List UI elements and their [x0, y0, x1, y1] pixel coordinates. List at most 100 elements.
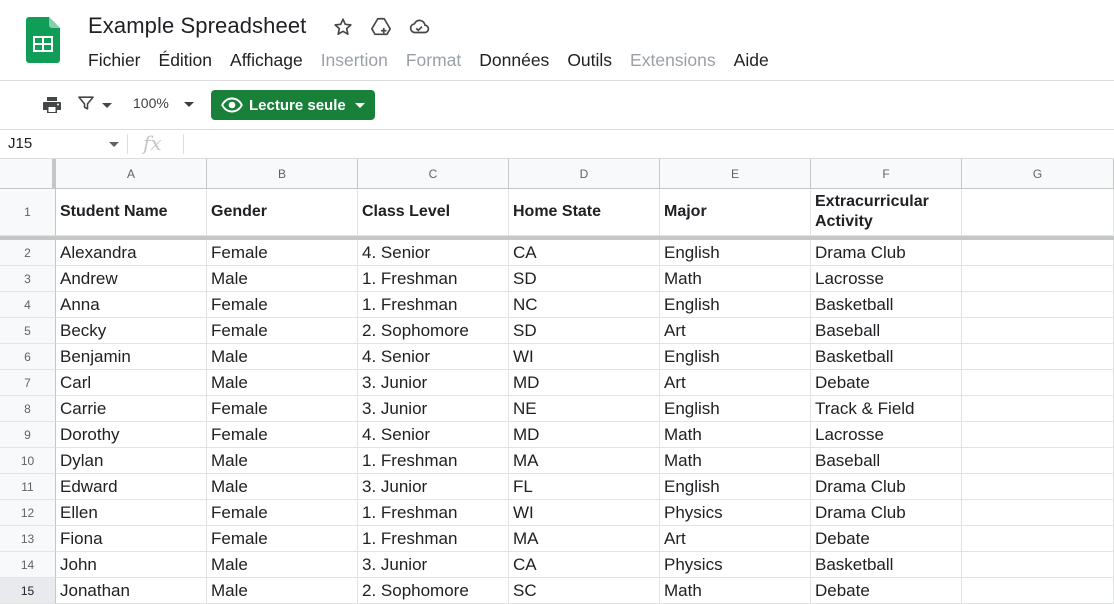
row-header[interactable]: 14 [0, 552, 56, 578]
table-cell[interactable] [962, 370, 1114, 396]
table-cell[interactable]: Benjamin [56, 344, 207, 370]
zoom-select[interactable]: 100% [133, 95, 169, 111]
table-cell[interactable]: Drama Club [811, 500, 962, 526]
table-cell[interactable]: Edward [56, 474, 207, 500]
table-cell[interactable]: Lacrosse [811, 266, 962, 292]
header-cell[interactable]: Extracurricular Activity [811, 189, 962, 236]
table-cell[interactable]: Debate [811, 370, 962, 396]
header-cell[interactable]: Home State [509, 189, 660, 236]
sheets-logo-icon[interactable] [26, 17, 60, 63]
table-cell[interactable]: SD [509, 318, 660, 344]
table-cell[interactable]: Carl [56, 370, 207, 396]
menu-format[interactable]: Format [397, 48, 470, 73]
table-cell[interactable]: Alexandra [56, 240, 207, 266]
table-cell[interactable] [962, 526, 1114, 552]
table-cell[interactable] [962, 448, 1114, 474]
table-cell[interactable]: 3. Junior [358, 552, 509, 578]
row-header[interactable]: 10 [0, 448, 56, 474]
column-header-f[interactable]: F [811, 159, 962, 189]
table-cell[interactable]: Anna [56, 292, 207, 318]
table-cell[interactable]: 4. Senior [358, 240, 509, 266]
table-cell[interactable]: Dorothy [56, 422, 207, 448]
document-title[interactable]: Example Spreadsheet [88, 13, 306, 39]
table-cell[interactable] [962, 344, 1114, 370]
table-cell[interactable]: 1. Freshman [358, 448, 509, 474]
table-cell[interactable]: WI [509, 344, 660, 370]
table-cell[interactable]: English [660, 474, 811, 500]
table-cell[interactable]: Female [207, 240, 358, 266]
table-cell[interactable]: Baseball [811, 448, 962, 474]
table-cell[interactable] [962, 422, 1114, 448]
table-cell[interactable]: Female [207, 292, 358, 318]
table-cell[interactable] [962, 578, 1114, 604]
menu-help[interactable]: Aide [725, 48, 778, 73]
table-cell[interactable]: SC [509, 578, 660, 604]
table-cell[interactable]: 1. Freshman [358, 266, 509, 292]
table-cell[interactable]: Math [660, 422, 811, 448]
table-cell[interactable]: Male [207, 370, 358, 396]
read-only-button[interactable]: Lecture seule [211, 90, 375, 120]
table-cell[interactable]: 4. Senior [358, 344, 509, 370]
print-icon[interactable] [40, 93, 66, 117]
table-cell[interactable]: Track & Field [811, 396, 962, 422]
column-header-g[interactable]: G [962, 159, 1114, 189]
cloud-status-icon[interactable] [406, 15, 432, 39]
table-cell[interactable]: SD [509, 266, 660, 292]
table-cell[interactable]: Male [207, 474, 358, 500]
table-cell[interactable] [962, 318, 1114, 344]
table-cell[interactable]: Baseball [811, 318, 962, 344]
table-cell[interactable]: Physics [660, 500, 811, 526]
table-cell[interactable]: English [660, 240, 811, 266]
table-cell[interactable]: Art [660, 318, 811, 344]
menu-insert[interactable]: Insertion [312, 48, 397, 73]
table-cell[interactable]: Andrew [56, 266, 207, 292]
row-header[interactable]: 13 [0, 526, 56, 552]
column-header-b[interactable]: B [207, 159, 358, 189]
table-cell[interactable]: Ellen [56, 500, 207, 526]
row-header[interactable]: 11 [0, 474, 56, 500]
table-cell[interactable]: 1. Freshman [358, 292, 509, 318]
menu-tools[interactable]: Outils [558, 48, 621, 73]
table-cell[interactable]: Math [660, 448, 811, 474]
select-all-corner[interactable] [0, 159, 56, 189]
table-cell[interactable]: Debate [811, 578, 962, 604]
table-cell[interactable]: Debate [811, 526, 962, 552]
table-cell[interactable]: MD [509, 370, 660, 396]
table-cell[interactable]: Female [207, 526, 358, 552]
table-cell[interactable]: Lacrosse [811, 422, 962, 448]
table-cell[interactable]: Male [207, 578, 358, 604]
table-cell[interactable]: 2. Sophomore [358, 318, 509, 344]
row-header[interactable]: 9 [0, 422, 56, 448]
row-header[interactable]: 5 [0, 318, 56, 344]
column-header-d[interactable]: D [509, 159, 660, 189]
table-cell[interactable]: Dylan [56, 448, 207, 474]
table-cell[interactable]: Art [660, 526, 811, 552]
table-cell[interactable]: MA [509, 448, 660, 474]
move-to-drive-icon[interactable] [368, 15, 394, 39]
table-cell[interactable]: 3. Junior [358, 370, 509, 396]
table-cell[interactable]: Male [207, 344, 358, 370]
row-header[interactable]: 8 [0, 396, 56, 422]
row-header[interactable]: 1 [0, 189, 56, 236]
column-header-e[interactable]: E [660, 159, 811, 189]
row-header[interactable]: 3 [0, 266, 56, 292]
table-cell[interactable] [962, 552, 1114, 578]
header-cell[interactable] [962, 189, 1114, 236]
table-cell[interactable]: Basketball [811, 552, 962, 578]
table-cell[interactable] [962, 266, 1114, 292]
row-header[interactable]: 15 [0, 578, 56, 604]
column-header-c[interactable]: C [358, 159, 509, 189]
menu-view[interactable]: Affichage [221, 48, 312, 73]
chevron-down-icon[interactable] [184, 102, 194, 107]
table-cell[interactable]: Jonathan [56, 578, 207, 604]
row-header[interactable]: 12 [0, 500, 56, 526]
header-cell[interactable]: Class Level [358, 189, 509, 236]
table-cell[interactable]: Basketball [811, 344, 962, 370]
menu-data[interactable]: Données [470, 48, 558, 73]
table-cell[interactable]: CA [509, 552, 660, 578]
table-cell[interactable]: MA [509, 526, 660, 552]
header-cell[interactable]: Major [660, 189, 811, 236]
table-cell[interactable]: John [56, 552, 207, 578]
table-cell[interactable]: Becky [56, 318, 207, 344]
table-cell[interactable]: MD [509, 422, 660, 448]
